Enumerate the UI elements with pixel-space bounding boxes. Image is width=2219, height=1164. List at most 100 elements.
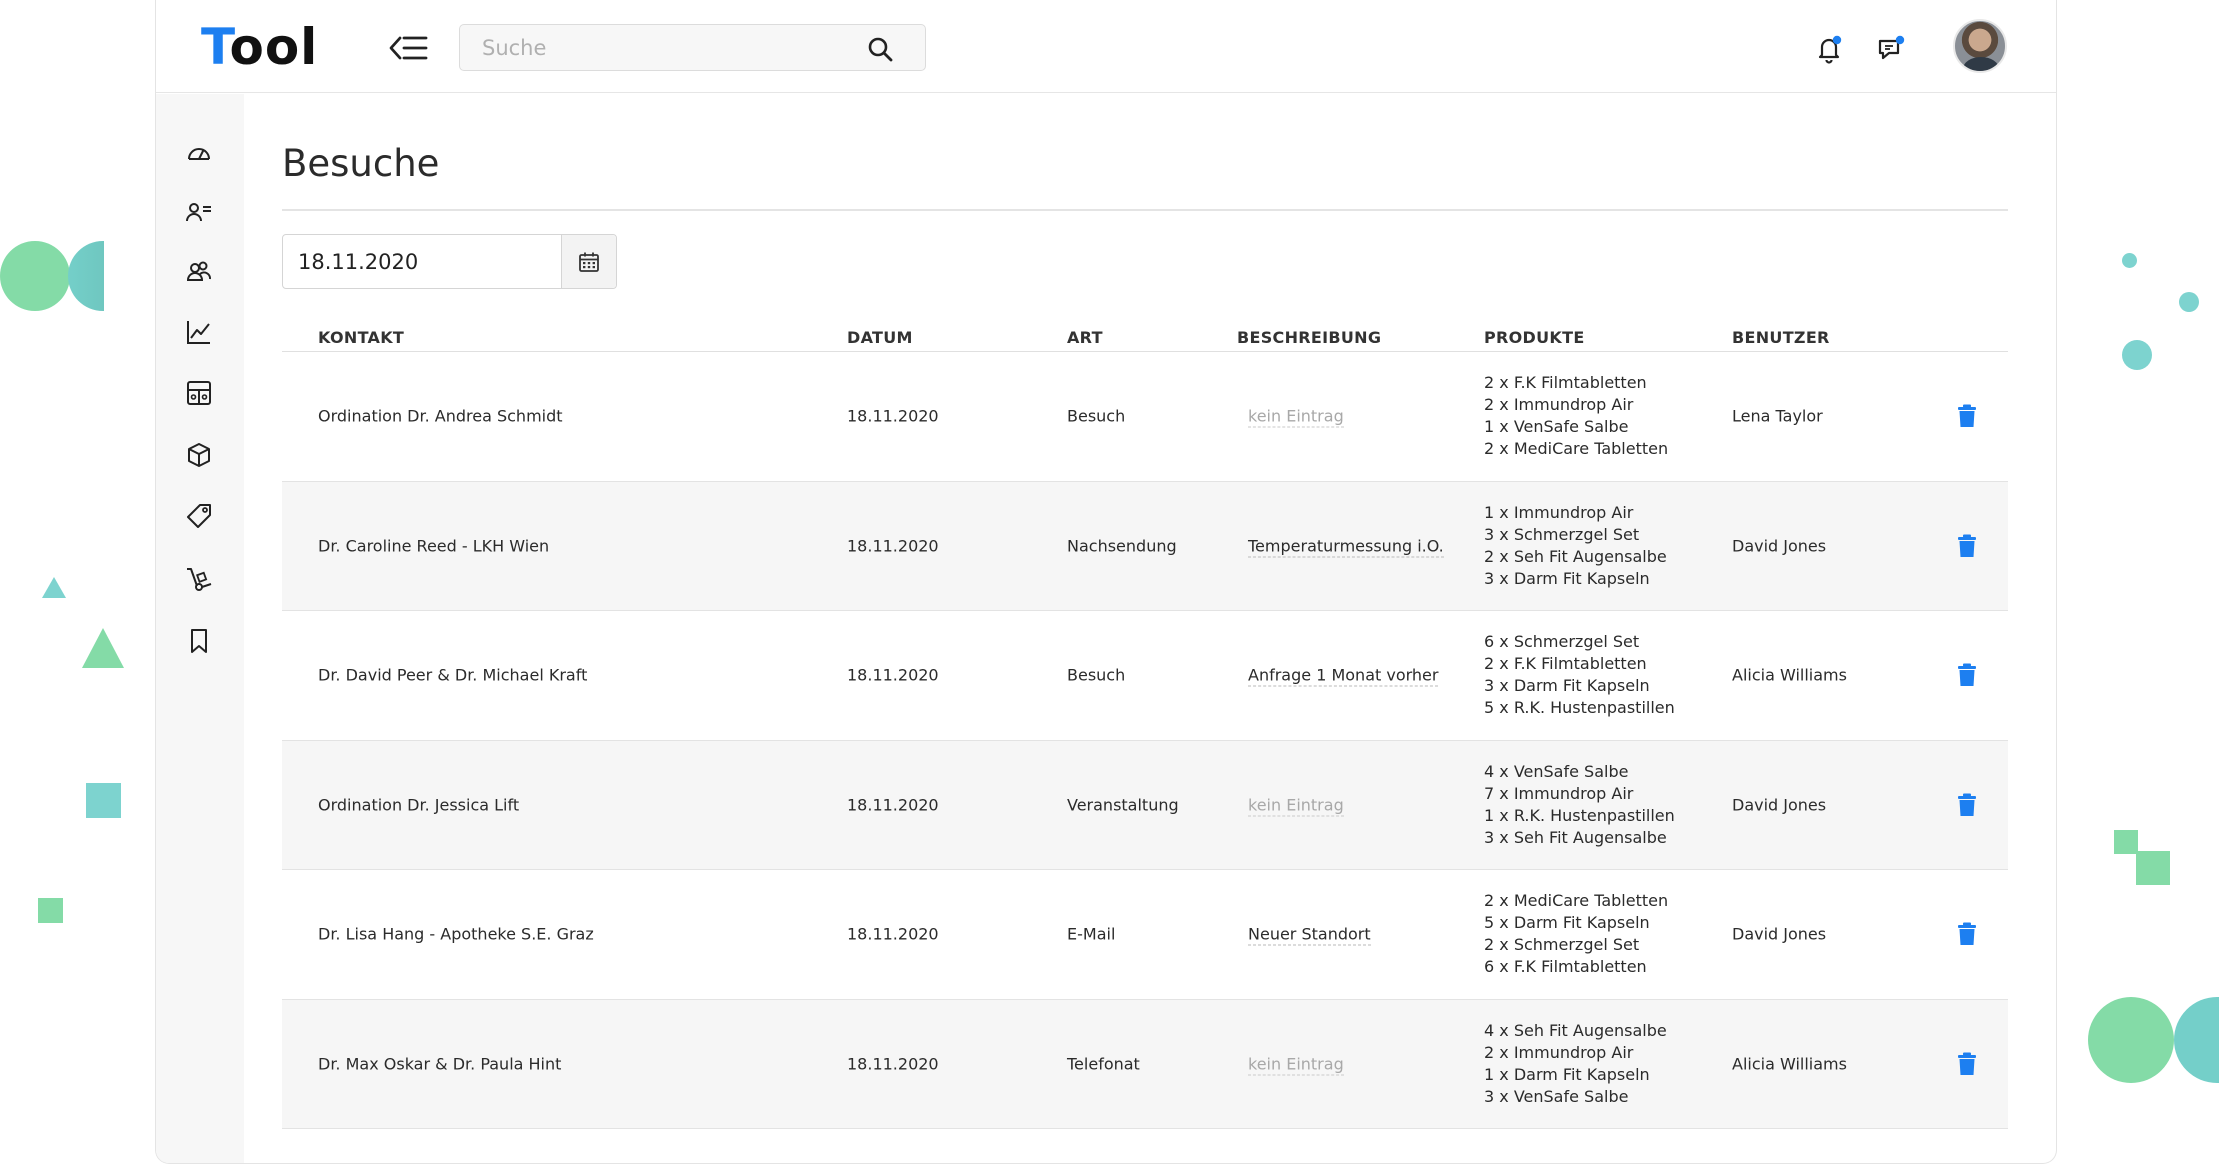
deco-square-green-right-2 xyxy=(2136,851,2170,885)
app-logo[interactable]: Tool xyxy=(201,22,318,72)
table-header: KONTAKT DATUM ART BESCHREIBUNG PRODUKTE … xyxy=(282,328,2008,352)
description-text[interactable]: Neuer Standort xyxy=(1248,924,1371,946)
table-row[interactable]: Dr. Caroline Reed - LKH Wien 18.11.2020 Na… xyxy=(282,481,2008,611)
date-filter xyxy=(282,234,617,289)
sidebar xyxy=(156,94,244,1163)
deco-dot-teal-right-3 xyxy=(2122,340,2152,370)
visits-table: KONTAKT DATUM ART BESCHREIBUNG PRODUKTE … xyxy=(282,328,2008,1129)
description-text[interactable]: kein Eintrag xyxy=(1248,1054,1344,1076)
chat-messages-icon[interactable] xyxy=(1876,34,1906,64)
header-kontakt[interactable]: KONTAKT xyxy=(318,328,404,347)
box-icon[interactable] xyxy=(186,442,212,468)
cell-art: Besuch xyxy=(1067,406,1126,426)
product-line: 2 x Seh Fit Augensalbe xyxy=(1484,546,1667,566)
deco-square-green-left xyxy=(38,898,63,923)
product-line: 6 x Schmerzgel Set xyxy=(1484,632,1640,652)
cell-produkte: 1 x Immundrop Air 3 x Schmerzgel Set 2 x S… xyxy=(1484,502,1667,590)
contact-list-icon[interactable] xyxy=(186,199,212,225)
cell-produkte: 2 x F.K Filmtabletten 2 x Immundrop Air 1 … xyxy=(1484,372,1668,460)
delete-trash-icon[interactable] xyxy=(1957,534,1977,558)
cell-kontakt: Dr. Caroline Reed - LKH Wien xyxy=(318,536,550,556)
cell-produkte: 2 x MediCare Tabletten 5 x Darm Fit Kapse… xyxy=(1484,890,1668,978)
description-text[interactable]: kein Eintrag xyxy=(1248,795,1344,817)
delete-trash-icon[interactable] xyxy=(1957,404,1977,428)
users-group-icon[interactable] xyxy=(186,258,212,284)
product-line: 2 x F.K Filmtabletten xyxy=(1484,373,1647,393)
product-line: 2 x Schmerzgel Set xyxy=(1484,935,1640,955)
deco-circle-green-right xyxy=(2088,997,2174,1083)
calculator-icon[interactable] xyxy=(186,380,212,406)
cell-datum: 18.11.2020 xyxy=(847,795,939,815)
product-line: 1 x Immundrop Air xyxy=(1484,502,1634,522)
cell-kontakt: Dr. David Peer & Dr. Michael Kraft xyxy=(318,665,588,685)
product-line: 3 x Schmerzgel Set xyxy=(1484,524,1640,544)
product-line: 4 x Seh Fit Augensalbe xyxy=(1484,1020,1667,1040)
line-chart-icon[interactable] xyxy=(186,319,212,345)
tag-icon[interactable] xyxy=(186,503,212,529)
deco-dot-teal-right-2 xyxy=(2179,292,2199,312)
cell-beschreibung: kein Eintrag xyxy=(1248,406,1344,428)
delete-trash-icon[interactable] xyxy=(1957,922,1977,946)
cell-produkte: 6 x Schmerzgel Set 2 x F.K Filmtabletten 3… xyxy=(1484,631,1675,719)
cell-kontakt: Ordination Dr. Jessica Lift xyxy=(318,795,520,815)
cell-beschreibung: kein Eintrag xyxy=(1248,795,1344,817)
delete-trash-icon[interactable] xyxy=(1957,793,1977,817)
date-picker-button[interactable] xyxy=(561,235,616,288)
dashboard-gauge-icon[interactable] xyxy=(186,140,212,166)
user-avatar[interactable] xyxy=(1953,19,2007,73)
cell-datum: 18.11.2020 xyxy=(847,1054,939,1074)
cell-produkte: 4 x VenSafe Salbe 7 x Immundrop Air 1 x R.… xyxy=(1484,761,1675,849)
search-input[interactable] xyxy=(460,25,850,70)
cell-beschreibung: Temperaturmessung i.O. xyxy=(1248,536,1444,558)
collapse-menu-icon[interactable] xyxy=(389,33,429,63)
notification-bell-icon[interactable] xyxy=(1814,34,1844,64)
product-line: 4 x VenSafe Salbe xyxy=(1484,761,1629,781)
product-line: 5 x R.K. Hustenpastillen xyxy=(1484,698,1675,718)
header-produkte[interactable]: PRODUKTE xyxy=(1484,328,1585,347)
table-row[interactable]: Ordination Dr. Jessica Lift 18.11.2020 Ver… xyxy=(282,740,2008,870)
description-text[interactable]: kein Eintrag xyxy=(1248,406,1344,428)
cell-datum: 18.11.2020 xyxy=(847,665,939,685)
cell-art: Telefonat xyxy=(1067,1054,1140,1074)
cell-benutzer: Alicia Williams xyxy=(1732,665,1847,685)
cell-produkte: 4 x Seh Fit Augensalbe 2 x Immundrop Air 1… xyxy=(1484,1020,1667,1108)
cell-art: Veranstaltung xyxy=(1067,795,1179,815)
table-row[interactable]: Dr. David Peer & Dr. Michael Kraft 18.11.… xyxy=(282,611,2008,741)
deco-triangle-large-left xyxy=(82,628,124,668)
table-row[interactable]: Dr. Max Oskar & Dr. Paula Hint 18.11.2020… xyxy=(282,999,2008,1129)
product-line: 6 x F.K Filmtabletten xyxy=(1484,957,1647,977)
description-text[interactable]: Anfrage 1 Monat vorher xyxy=(1248,665,1439,687)
cell-benutzer: David Jones xyxy=(1732,924,1827,944)
cell-benutzer: Lena Taylor xyxy=(1732,406,1823,426)
deco-half-circle-teal-right xyxy=(2174,997,2219,1083)
product-line: 3 x Darm Fit Kapseln xyxy=(1484,568,1650,588)
header-beschreibung[interactable]: BESCHREIBUNG xyxy=(1237,328,1381,347)
table-row[interactable]: Dr. Lisa Hang - Apotheke S.E. Graz 18.11.… xyxy=(282,870,2008,1000)
cell-kontakt: Dr. Max Oskar & Dr. Paula Hint xyxy=(318,1054,562,1074)
header-datum[interactable]: DATUM xyxy=(847,328,913,347)
product-line: 7 x Immundrop Air xyxy=(1484,783,1634,803)
cell-benutzer: Alicia Williams xyxy=(1732,1054,1847,1074)
header-benutzer[interactable]: BENUTZER xyxy=(1732,328,1830,347)
title-divider xyxy=(282,209,2008,211)
delete-trash-icon[interactable] xyxy=(1957,1052,1977,1076)
main-content: Besuche KONTAKT DATUM ART BESCHREI xyxy=(244,94,2056,1163)
search-icon[interactable] xyxy=(867,36,893,62)
table-body: Ordination Dr. Andrea Schmidt 18.11.2020 B… xyxy=(282,352,2008,1129)
page-title: Besuche xyxy=(282,142,440,185)
date-input[interactable] xyxy=(283,235,563,288)
cell-art: E-Mail xyxy=(1067,924,1116,944)
description-text[interactable]: Temperaturmessung i.O. xyxy=(1248,536,1444,558)
deco-square-green-right-1 xyxy=(2114,830,2138,854)
bookmark-icon[interactable] xyxy=(186,628,212,654)
search-box xyxy=(459,24,926,71)
cell-datum: 18.11.2020 xyxy=(847,924,939,944)
deco-triangle-small-left xyxy=(42,577,66,598)
delete-trash-icon[interactable] xyxy=(1957,663,1977,687)
table-row[interactable]: Ordination Dr. Andrea Schmidt 18.11.2020 B… xyxy=(282,352,2008,482)
hand-truck-icon[interactable] xyxy=(186,566,212,592)
product-line: 2 x Immundrop Air xyxy=(1484,395,1634,415)
header-art[interactable]: ART xyxy=(1067,328,1103,347)
cell-beschreibung: Anfrage 1 Monat vorher xyxy=(1248,665,1439,687)
product-line: 5 x Darm Fit Kapseln xyxy=(1484,913,1650,933)
